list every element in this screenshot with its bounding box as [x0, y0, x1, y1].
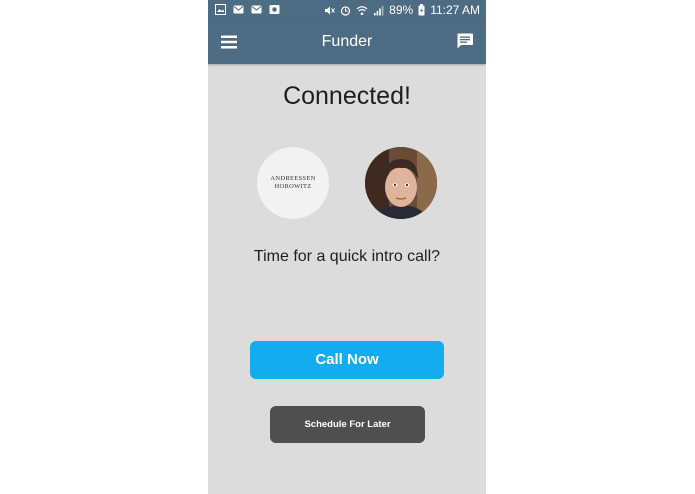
app-title: Funder: [321, 33, 373, 50]
system-indicators: 89% 11:27 AM: [324, 3, 480, 17]
investor-logo-avatar: ANDREESSEN HOROWITZ: [257, 147, 329, 219]
logo-line-2: HOROWITZ: [274, 183, 312, 190]
alarm-icon: [341, 5, 351, 16]
user-avatar: [365, 147, 437, 219]
notification-icons: [215, 4, 280, 15]
schedule-later-button[interactable]: Schedule For Later: [270, 406, 425, 443]
photos-icon: [269, 5, 280, 14]
battery-icon: [418, 4, 425, 16]
signal-icon: [374, 5, 384, 15]
chat-icon[interactable]: [456, 32, 474, 50]
call-now-button[interactable]: Call Now: [250, 341, 444, 379]
phone-screen: 89% 11:27 AM Funder Connected! ANDREESSE…: [208, 0, 486, 494]
gallery-icon: [215, 4, 226, 15]
intro-call-prompt: Time for a quick intro call?: [253, 248, 441, 265]
mail-icon: [233, 5, 244, 14]
hamburger-menu-icon[interactable]: [220, 33, 238, 51]
battery-percent: 89%: [389, 3, 414, 17]
logo-line-1: ANDREESSEN: [270, 175, 316, 182]
person-photo: [365, 147, 437, 219]
mute-icon: [325, 6, 336, 14]
status-bar: 89% 11:27 AM: [208, 0, 486, 20]
app-bar: Funder: [208, 20, 486, 64]
mail-icon: [251, 5, 262, 14]
connected-headline: Connected!: [283, 82, 411, 110]
wifi-icon: [356, 5, 368, 15]
clock: 11:27 AM: [430, 3, 480, 17]
